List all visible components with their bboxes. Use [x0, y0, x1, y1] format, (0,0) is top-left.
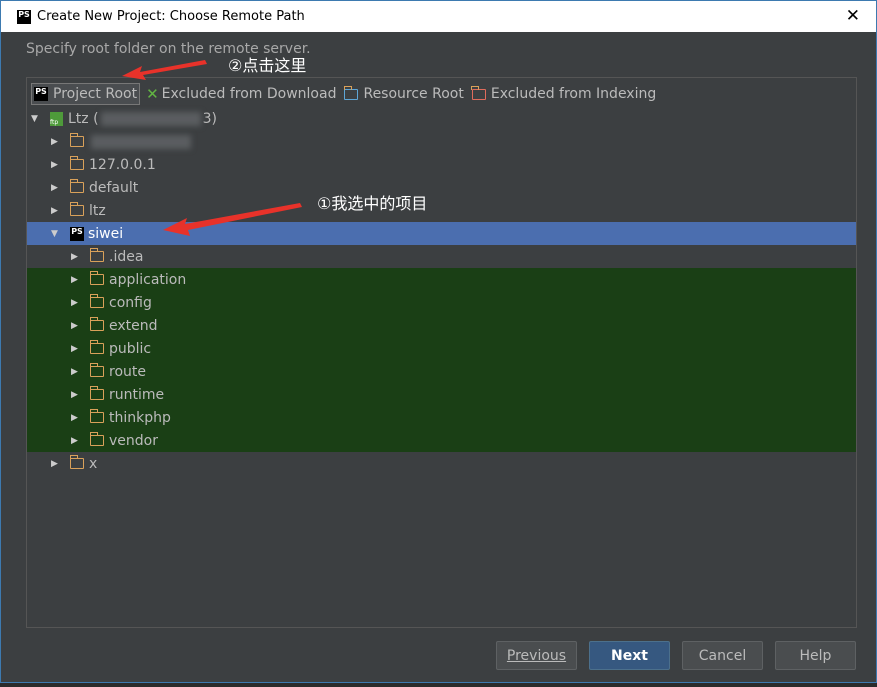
annotation-arrows — [122, 60, 302, 236]
arrow-to-project-root — [122, 60, 207, 80]
arrow-to-siwei — [163, 203, 302, 236]
